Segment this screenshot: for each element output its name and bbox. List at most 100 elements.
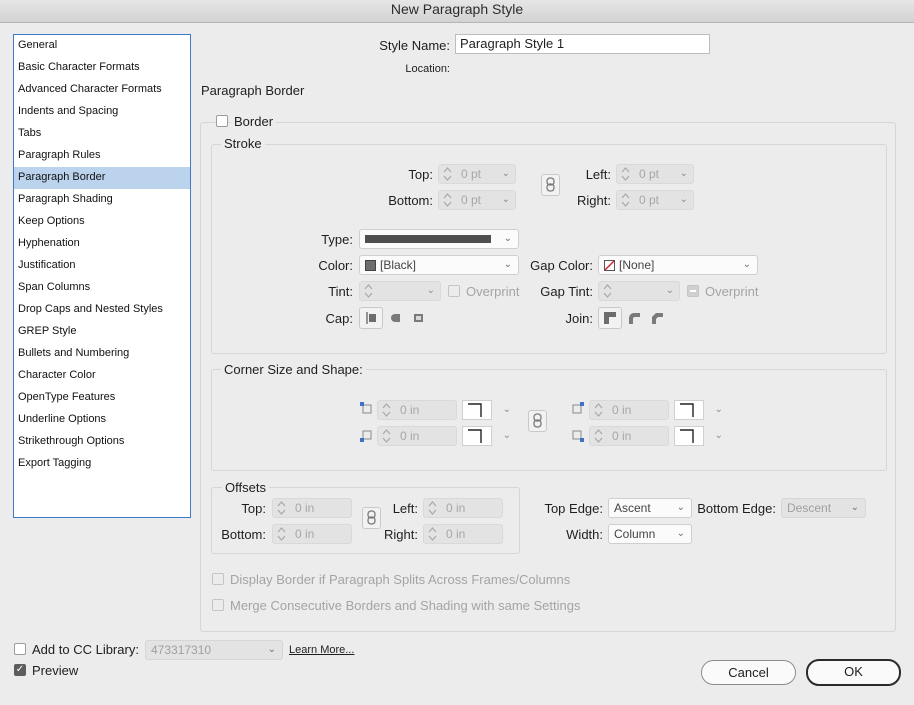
split-border-checkbox[interactable] [212,573,224,585]
sidebar-item-grep-style[interactable]: GREP Style [14,321,190,343]
add-cc-library-checkbox[interactable] [14,643,26,655]
offset-left-field[interactable]: 0 in [423,498,503,518]
bottom-left-corner-shape[interactable]: ⌄ [462,426,511,446]
projecting-cap-icon[interactable] [409,309,429,327]
spinner-arrows-icon [443,167,452,181]
width-dropdown[interactable]: Column ⌄ [608,524,692,544]
checkmark-icon: ✓ [15,664,25,675]
sidebar-item-general[interactable]: General [14,35,190,57]
stroke-legend: Stroke [221,136,265,151]
sidebar-item-export-tagging[interactable]: Export Tagging [14,453,190,475]
sidebar-item-keep-options[interactable]: Keep Options [14,211,190,233]
sidebar-item-advanced-character-formats[interactable]: Advanced Character Formats [14,79,190,101]
sidebar-item-bullets-and-numbering[interactable]: Bullets and Numbering [14,343,190,365]
top-right-corner-size[interactable]: 0 in [589,400,669,420]
corner-legend: Corner Size and Shape: [221,362,366,377]
corner-shape-icon [468,429,482,443]
preview-checkbox[interactable]: ✓ [14,664,26,676]
round-join-icon[interactable] [625,309,645,327]
sidebar-item-drop-caps-and-nested-styles[interactable]: Drop Caps and Nested Styles [14,299,190,321]
sidebar-item-paragraph-border[interactable]: Paragraph Border [14,167,190,189]
style-name-label: Style Name: [379,38,450,53]
sidebar-item-underline-options[interactable]: Underline Options [14,409,190,431]
learn-more-link[interactable]: Learn More... [289,644,354,656]
gap-color-label: Gap Color: [530,258,593,273]
bottom-edge-dropdown[interactable]: Descent ⌄ [781,498,866,518]
ok-button[interactable]: OK [806,659,901,686]
chevron-down-icon: ⌄ [502,430,511,441]
top-left-corner-size[interactable]: 0 in [377,400,457,420]
location-label: Location: [405,63,450,75]
bottom-left-corner-size[interactable]: 0 in [377,426,457,446]
sidebar-item-tabs[interactable]: Tabs [14,123,190,145]
gap-color-dropdown[interactable]: [None] ⌄ [598,255,758,275]
offset-right-field[interactable]: 0 in [423,524,503,544]
stroke-left-label: Left: [585,167,611,182]
gap-tint-field[interactable]: ⌄ [598,281,680,301]
chevron-down-icon: ⌄ [742,259,751,270]
offset-bottom-field[interactable]: 0 in [272,524,352,544]
type-label: Type: [321,232,353,247]
sidebar-item-paragraph-shading[interactable]: Paragraph Shading [14,189,190,211]
overprint-checkbox[interactable] [448,285,460,297]
top-left-corner-shape[interactable]: ⌄ [462,400,511,420]
bottom-left-corner-icon [360,430,372,442]
chevron-down-icon: ⌄ [676,528,685,539]
spinner-arrows-icon [382,429,391,443]
miter-join-button[interactable] [598,307,622,329]
spinner-arrows-icon [443,193,452,207]
stroke-type-dropdown[interactable]: ⌄ [359,229,519,249]
spinner-arrows-icon [621,167,630,181]
chevron-down-icon: ⌄ [502,404,511,415]
spinner-arrows-icon [594,403,603,417]
tint-field[interactable]: ⌄ [359,281,441,301]
offsets-legend: Offsets [222,480,269,495]
bottom-right-corner-shape[interactable]: ⌄ [674,426,723,446]
sidebar-item-hyphenation[interactable]: Hyphenation [14,233,190,255]
top-edge-label: Top Edge: [544,501,603,516]
stroke-bottom-label: Bottom: [388,193,433,208]
sidebar-item-basic-character-formats[interactable]: Basic Character Formats [14,57,190,79]
chevron-down-icon: ⌄ [679,194,688,205]
top-right-corner-shape[interactable]: ⌄ [674,400,723,420]
corner-group [211,369,887,471]
spinner-arrows-icon [277,501,286,515]
corner-shape-icon [468,403,482,417]
stroke-bottom-field[interactable]: 0 pt ⌄ [438,190,516,210]
none-swatch-icon [604,260,615,271]
gap-overprint-checkbox[interactable] [687,285,699,297]
sidebar-item-paragraph-rules[interactable]: Paragraph Rules [14,145,190,167]
spinner-arrows-icon [364,284,373,298]
sidebar-item-strikethrough-options[interactable]: Strikethrough Options [14,431,190,453]
stroke-right-field[interactable]: 0 pt ⌄ [616,190,694,210]
sidebar-item-opentype-features[interactable]: OpenType Features [14,387,190,409]
stroke-right-label: Right: [577,193,611,208]
style-name-input[interactable]: Paragraph Style 1 [455,34,710,54]
merge-borders-checkbox[interactable] [212,599,224,611]
sidebar-item-span-columns[interactable]: Span Columns [14,277,190,299]
chevron-down-icon: ⌄ [676,502,685,513]
cancel-button[interactable]: Cancel [701,660,796,685]
chevron-down-icon: ⌄ [501,168,510,179]
black-swatch-icon [365,260,376,271]
spinner-arrows-icon [382,403,391,417]
sidebar-item-indents-and-spacing[interactable]: Indents and Spacing [14,101,190,123]
top-edge-dropdown[interactable]: Ascent ⌄ [608,498,692,518]
butt-cap-icon [366,312,376,324]
bottom-right-corner-size[interactable]: 0 in [589,426,669,446]
stroke-color-dropdown[interactable]: [Black] ⌄ [359,255,519,275]
chevron-down-icon: ⌄ [503,259,512,270]
sidebar-item-justification[interactable]: Justification [14,255,190,277]
corner-link-button[interactable] [528,410,547,432]
offset-top-field[interactable]: 0 in [272,498,352,518]
butt-cap-button[interactable] [359,307,383,329]
round-cap-icon[interactable] [386,309,406,327]
bevel-join-icon[interactable] [648,309,668,327]
window-title: New Paragraph Style [0,0,914,23]
cc-library-dropdown[interactable]: 473317310 ⌄ [145,640,283,660]
border-checkbox[interactable] [216,115,228,127]
sidebar-item-character-color[interactable]: Character Color [14,365,190,387]
stroke-left-field[interactable]: 0 pt ⌄ [616,164,694,184]
chain-link-icon [533,413,542,428]
stroke-top-field[interactable]: 0 pt ⌄ [438,164,516,184]
